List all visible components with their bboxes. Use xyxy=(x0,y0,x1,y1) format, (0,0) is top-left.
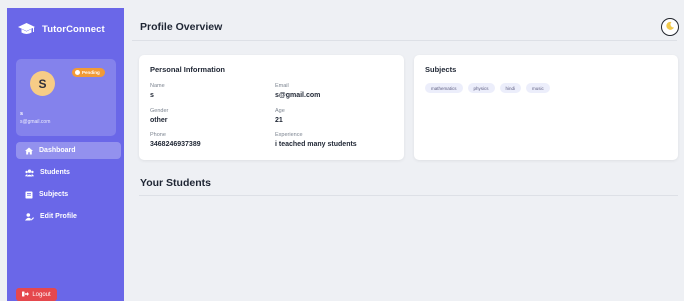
nav-item-students[interactable]: Students xyxy=(16,164,121,181)
nav-item-edit-profile[interactable]: Edit Profile xyxy=(16,208,121,225)
header-divider xyxy=(132,40,677,41)
subject-tag: physics xyxy=(467,83,495,93)
status-badge: Pending xyxy=(72,68,105,77)
book-icon xyxy=(25,191,33,199)
logout-button[interactable]: Logout xyxy=(16,288,57,301)
field-gender: Gender other xyxy=(150,108,168,125)
nav-item-subjects[interactable]: Subjects xyxy=(16,186,121,203)
section-divider xyxy=(139,195,678,196)
field-value: 3468246937389 xyxy=(150,141,201,148)
theme-toggle-button[interactable] xyxy=(661,18,679,36)
field-value: other xyxy=(150,117,168,124)
brand[interactable]: TutorConnect xyxy=(18,23,105,35)
profile-name: s xyxy=(20,111,24,117)
brand-name: TutorConnect xyxy=(42,23,105,35)
status-label: Pending xyxy=(82,70,100,75)
clock-icon xyxy=(75,70,80,75)
home-icon xyxy=(25,147,33,155)
personal-info-card: Personal Information Name s Email s@gmai… xyxy=(139,55,404,160)
field-label: Experience xyxy=(275,132,303,138)
field-age: Age 21 xyxy=(275,108,285,125)
logout-label: Logout xyxy=(32,291,51,298)
students-section-title: Your Students xyxy=(140,177,211,189)
subjects-card: Subjects mathematics physics hindi music xyxy=(414,55,678,160)
field-value: s xyxy=(150,92,154,99)
subject-tags: mathematics physics hindi music xyxy=(425,83,550,93)
page-title: Profile Overview xyxy=(140,21,223,33)
field-value: s@gmail.com xyxy=(275,92,321,99)
field-experience: Experience i teached many students xyxy=(275,132,357,149)
subject-tag: mathematics xyxy=(425,83,463,93)
field-label: Age xyxy=(275,108,285,114)
nav-label: Dashboard xyxy=(39,147,76,154)
field-label: Gender xyxy=(150,108,169,114)
nav-label: Students xyxy=(40,169,70,176)
logout-icon xyxy=(22,291,30,299)
card-title: Subjects xyxy=(425,65,457,74)
user-edit-icon xyxy=(25,212,34,221)
card-title: Personal Information xyxy=(150,65,226,74)
graduation-cap-icon xyxy=(18,23,35,35)
profile-card: S Pending s s@gmail.com xyxy=(16,59,116,136)
field-phone: Phone 3468246937389 xyxy=(150,132,201,149)
field-email: Email s@gmail.com xyxy=(275,83,320,100)
field-name: Name s xyxy=(150,83,165,100)
field-label: Name xyxy=(150,83,165,89)
sidebar: TutorConnect S Pending s s@gmail.com Das… xyxy=(7,8,124,301)
profile-email: s@gmail.com xyxy=(20,119,51,125)
field-label: Phone xyxy=(150,132,166,138)
moon-icon xyxy=(665,18,675,36)
subject-tag: hindi xyxy=(499,83,522,93)
nav-label: Edit Profile xyxy=(40,213,77,220)
subject-tag: music xyxy=(526,83,550,93)
avatar: S xyxy=(30,71,55,96)
field-value: 21 xyxy=(275,117,283,124)
nav-item-dashboard[interactable]: Dashboard xyxy=(16,142,121,159)
users-icon xyxy=(25,169,34,177)
field-label: Email xyxy=(275,83,289,89)
field-value: i teached many students xyxy=(275,141,357,148)
nav-label: Subjects xyxy=(39,191,69,198)
